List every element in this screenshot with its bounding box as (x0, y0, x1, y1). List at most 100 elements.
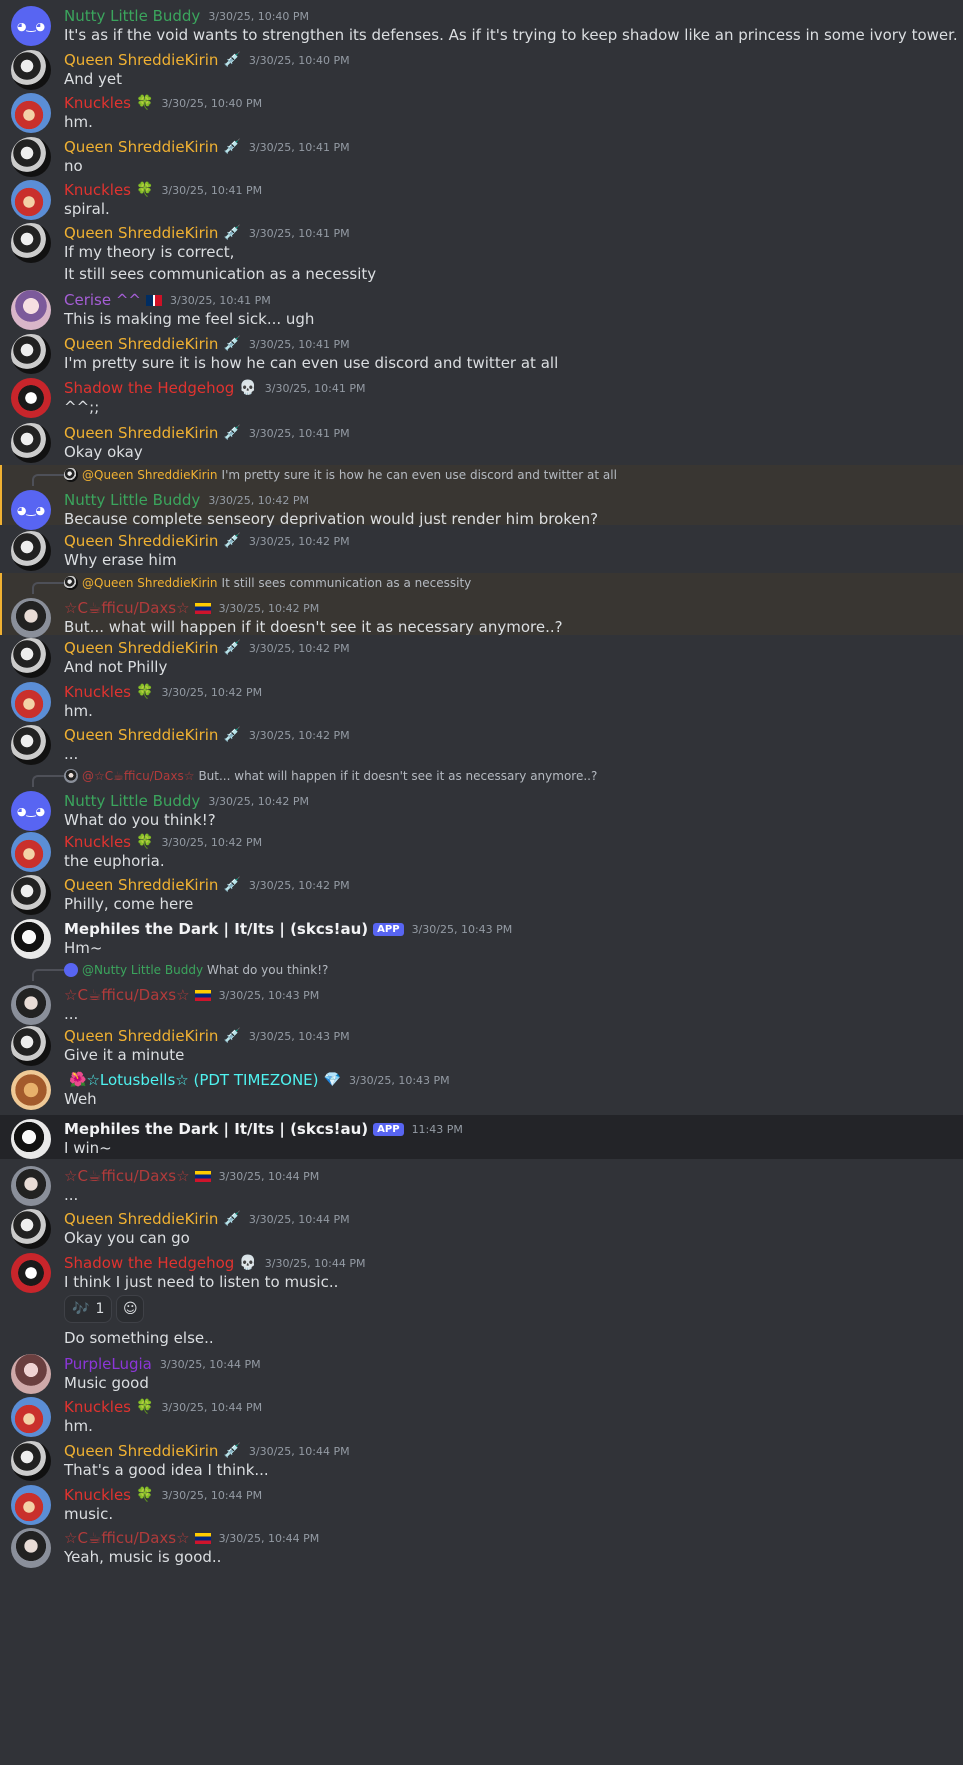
reply-reference[interactable]: @Queen ShreddieKirin It still sees commun… (64, 574, 471, 592)
timestamp[interactable]: 3/30/25, 10:44 PM (265, 1257, 366, 1270)
avatar[interactable] (11, 1354, 51, 1394)
avatar[interactable] (11, 223, 51, 263)
timestamp[interactable]: 3/30/25, 10:43 PM (249, 1030, 350, 1043)
reply-author[interactable]: @Queen ShreddieKirin (82, 576, 218, 590)
timestamp[interactable]: 3/30/25, 10:43 PM (219, 989, 320, 1002)
avatar[interactable] (11, 334, 51, 374)
avatar[interactable] (11, 1209, 51, 1249)
avatar[interactable] (11, 50, 51, 90)
avatar[interactable] (11, 378, 51, 418)
timestamp[interactable]: 3/30/25, 10:44 PM (219, 1532, 320, 1545)
timestamp[interactable]: 3/30/25, 10:40 PM (249, 54, 350, 67)
username[interactable]: Shadow the Hedgehog (64, 1254, 234, 1272)
timestamp[interactable]: 3/30/25, 10:42 PM (249, 729, 350, 742)
reply-preview[interactable]: What do you think!? (207, 963, 328, 977)
username[interactable]: Cerise ^^ (64, 291, 141, 309)
reply-preview[interactable]: It still sees communication as a necessi… (222, 576, 472, 590)
avatar[interactable] (11, 531, 51, 571)
timestamp[interactable]: 3/30/25, 10:42 PM (249, 535, 350, 548)
timestamp[interactable]: 3/30/25, 10:40 PM (161, 97, 262, 110)
timestamp[interactable]: 3/30/25, 10:42 PM (249, 879, 350, 892)
username[interactable]: Queen ShreddieKirin (64, 1210, 218, 1228)
avatar[interactable] (11, 290, 51, 330)
username[interactable]: ☆C☕fficu/Daxs☆ (64, 599, 190, 617)
timestamp[interactable]: 3/30/25, 10:42 PM (161, 836, 262, 849)
avatar[interactable]: ◕‿◕ (11, 791, 51, 831)
avatar[interactable] (11, 919, 51, 959)
reply-author[interactable]: @Nutty Little Buddy (82, 963, 203, 977)
timestamp[interactable]: 3/30/25, 10:44 PM (249, 1213, 350, 1226)
timestamp[interactable]: 3/30/25, 10:42 PM (208, 494, 309, 507)
username[interactable]: PurpleLugia (64, 1355, 152, 1373)
avatar[interactable] (11, 137, 51, 177)
timestamp[interactable]: 3/30/25, 10:44 PM (219, 1170, 320, 1183)
username[interactable]: Queen ShreddieKirin (64, 876, 218, 894)
reaction-music-notes[interactable]: 🎶 1 (64, 1295, 113, 1323)
username[interactable]: Queen ShreddieKirin (64, 224, 218, 242)
timestamp[interactable]: 3/30/25, 10:42 PM (249, 642, 350, 655)
avatar[interactable] (11, 598, 51, 638)
reply-preview[interactable]: I'm pretty sure it is how he can even us… (222, 468, 617, 482)
avatar[interactable] (11, 985, 51, 1025)
username[interactable]: Nutty Little Buddy (64, 7, 200, 25)
username[interactable]: Knuckles (64, 833, 131, 851)
avatar[interactable] (11, 1166, 51, 1206)
timestamp[interactable]: 3/30/25, 10:40 PM (208, 10, 309, 23)
username[interactable]: Shadow the Hedgehog (64, 379, 234, 397)
username[interactable]: ☆Lotusbells☆ (PDT TIMEZONE) (86, 1071, 318, 1089)
username[interactable]: Queen ShreddieKirin (64, 51, 218, 69)
avatar[interactable] (11, 832, 51, 872)
timestamp[interactable]: 3/30/25, 10:42 PM (219, 602, 320, 615)
avatar[interactable] (11, 1070, 51, 1110)
reply-reference[interactable]: @Nutty Little Buddy What do you think!? (64, 961, 328, 979)
username[interactable]: Nutty Little Buddy (64, 792, 200, 810)
avatar[interactable] (11, 1253, 51, 1293)
username[interactable]: Queen ShreddieKirin (64, 639, 218, 657)
timestamp[interactable]: 3/30/25, 10:41 PM (249, 338, 350, 351)
timestamp[interactable]: 3/30/25, 10:41 PM (249, 227, 350, 240)
avatar[interactable] (11, 180, 51, 220)
avatar[interactable] (11, 423, 51, 463)
timestamp[interactable]: 3/30/25, 10:43 PM (349, 1074, 450, 1087)
reply-reference[interactable]: @Queen ShreddieKirin I'm pretty sure it i… (64, 466, 617, 484)
timestamp[interactable]: 3/30/25, 10:44 PM (161, 1401, 262, 1414)
reply-preview[interactable]: But... what will happen if it doesn't se… (198, 769, 597, 783)
avatar[interactable] (11, 1397, 51, 1437)
username[interactable]: Queen ShreddieKirin (64, 1442, 218, 1460)
timestamp[interactable]: 3/30/25, 10:43 PM (412, 923, 513, 936)
timestamp[interactable]: 3/30/25, 10:44 PM (160, 1358, 261, 1371)
timestamp[interactable]: 3/30/25, 10:41 PM (161, 184, 262, 197)
username[interactable]: Knuckles (64, 1486, 131, 1504)
username[interactable]: Knuckles (64, 181, 131, 199)
avatar[interactable]: ◕‿◕ (11, 6, 51, 46)
reply-reference[interactable]: @☆C☕fficu/Daxs☆ But... what will happen i… (64, 767, 597, 785)
username[interactable]: Nutty Little Buddy (64, 491, 200, 509)
avatar[interactable]: ◕‿◕ (11, 490, 51, 530)
username[interactable]: Mephiles the Dark | It/Its | (skcs!au) (64, 920, 368, 938)
avatar[interactable] (11, 682, 51, 722)
username[interactable]: Queen ShreddieKirin (64, 726, 218, 744)
username[interactable]: Knuckles (64, 683, 131, 701)
username[interactable]: ☆C☕fficu/Daxs☆ (64, 1167, 190, 1185)
avatar[interactable] (11, 1026, 51, 1066)
add-reaction-button[interactable]: ☺ (116, 1295, 145, 1323)
timestamp[interactable]: 3/30/25, 10:41 PM (265, 382, 366, 395)
timestamp[interactable]: 3/30/25, 10:41 PM (170, 294, 271, 307)
username[interactable]: ☆C☕fficu/Daxs☆ (64, 1529, 190, 1547)
avatar[interactable] (11, 93, 51, 133)
reply-author[interactable]: @☆C☕fficu/Daxs☆ (82, 769, 194, 783)
avatar[interactable] (11, 1485, 51, 1525)
timestamp[interactable]: 3/30/25, 10:42 PM (161, 686, 262, 699)
username[interactable]: Queen ShreddieKirin (64, 138, 218, 156)
avatar[interactable] (11, 1119, 51, 1159)
avatar[interactable] (11, 1528, 51, 1568)
username[interactable]: Mephiles the Dark | It/Its | (skcs!au) (64, 1120, 368, 1138)
avatar[interactable] (11, 1441, 51, 1481)
username[interactable]: Knuckles (64, 94, 131, 112)
timestamp[interactable]: 11:43 PM (412, 1123, 463, 1136)
timestamp[interactable]: 3/30/25, 10:44 PM (249, 1445, 350, 1458)
avatar[interactable] (11, 875, 51, 915)
timestamp[interactable]: 3/30/25, 10:44 PM (161, 1489, 262, 1502)
username[interactable]: Knuckles (64, 1398, 131, 1416)
timestamp[interactable]: 3/30/25, 10:41 PM (249, 141, 350, 154)
